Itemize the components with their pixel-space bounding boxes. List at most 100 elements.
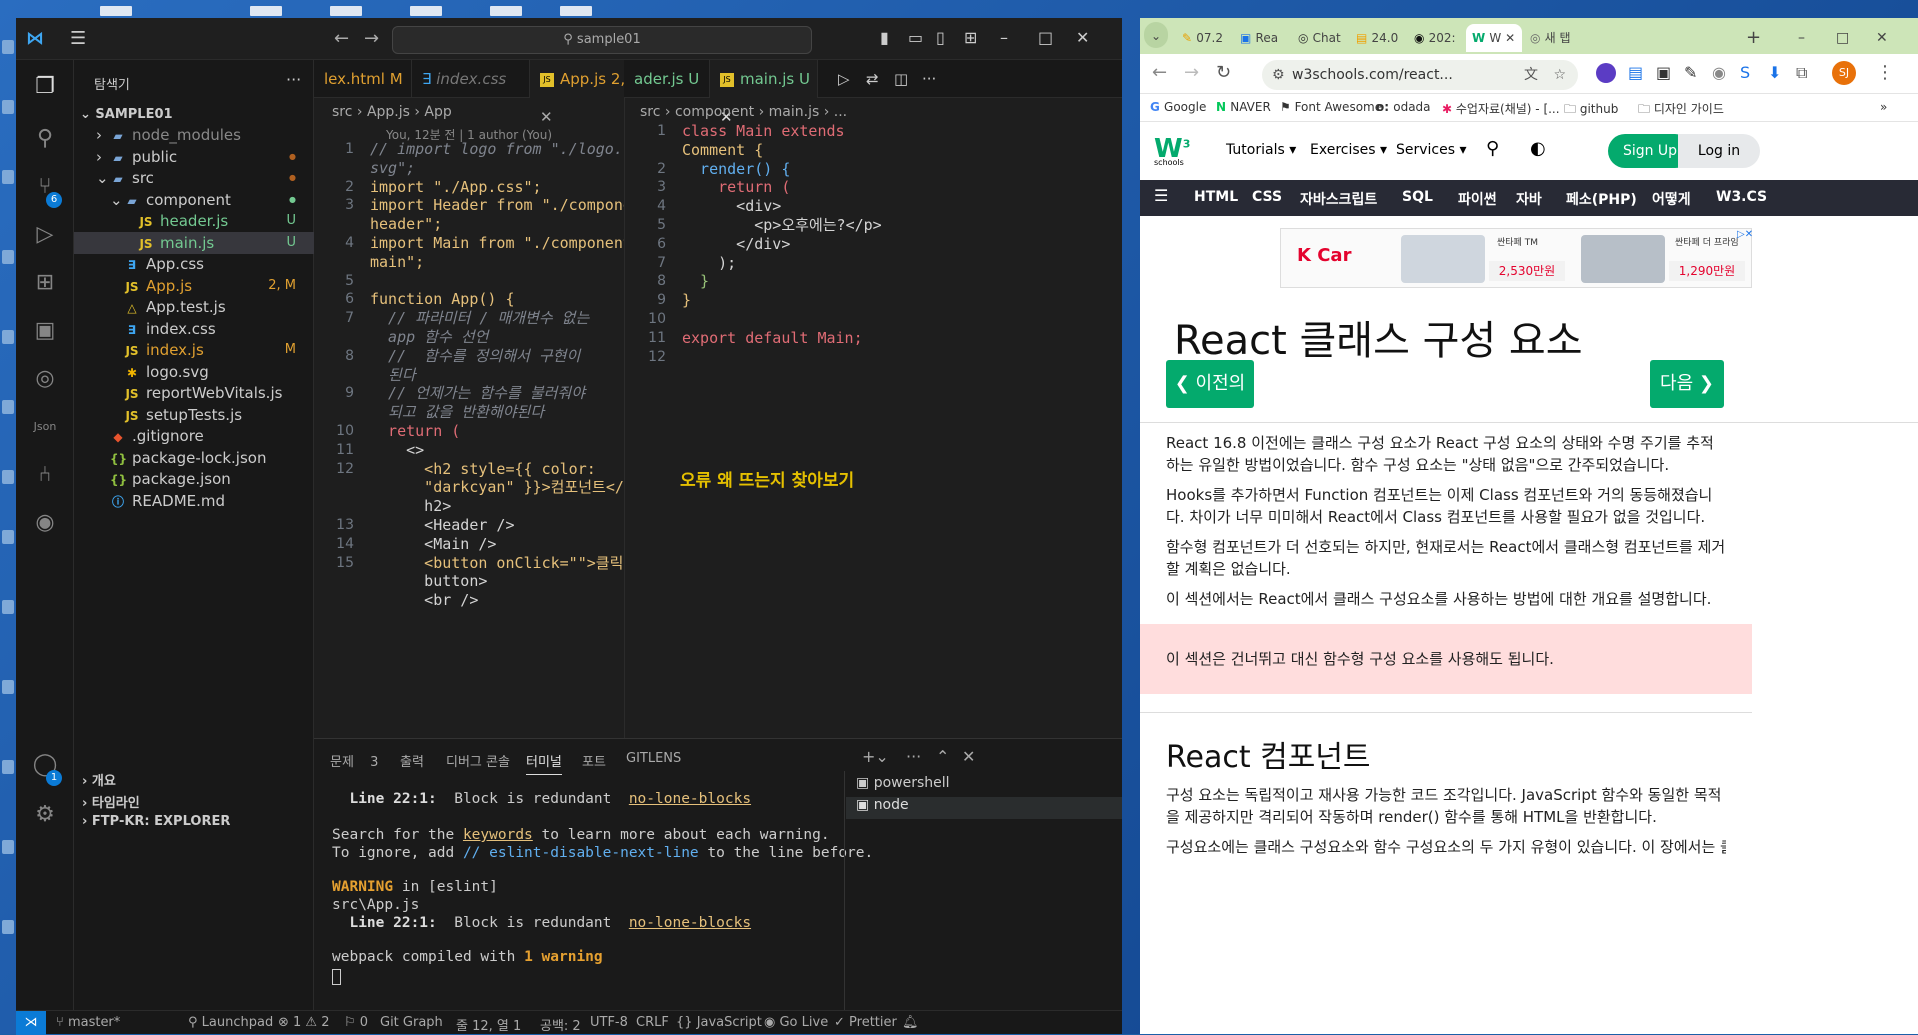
browser-tab[interactable]: ✎ 07.2: [1176, 24, 1232, 52]
tree-item[interactable]: ⌄ ▰ src ●: [74, 167, 314, 189]
notifications-bell-icon[interactable]: 🔔︎: [902, 1015, 919, 1030]
status-eol[interactable]: CRLF: [636, 1015, 669, 1030]
tree-item[interactable]: ∃ index.css: [74, 318, 314, 340]
terminal-item-node[interactable]: ▣ node: [846, 797, 1122, 819]
back-arrow-icon[interactable]: ←: [334, 28, 349, 49]
bookmark-naver[interactable]: N NAVER: [1216, 100, 1271, 114]
forward-arrow-icon[interactable]: →: [364, 28, 379, 49]
status-prettier[interactable]: ✓ Prettier: [834, 1015, 897, 1030]
status-indent[interactable]: 공백: 2: [540, 1015, 581, 1034]
maximize-panel-icon[interactable]: ⌃: [936, 747, 949, 766]
tree-item[interactable]: JS App.js 2, M: [74, 275, 314, 297]
extension-icon[interactable]: ◉: [1712, 63, 1726, 82]
translate-icon[interactable]: ⽂: [1524, 60, 1538, 90]
browser-tab[interactable]: W W ✕: [1466, 24, 1522, 52]
tree-item[interactable]: ✱ logo.svg: [74, 361, 314, 383]
status-cursor-position[interactable]: 줄 12, 열 1: [456, 1015, 521, 1034]
settings-gear-icon[interactable]: ⚙: [30, 800, 60, 830]
more-actions-icon[interactable]: ···: [286, 70, 301, 89]
browser-tab[interactable]: ▣ Rea: [1234, 24, 1290, 52]
search-icon[interactable]: ⚲: [1486, 138, 1499, 159]
tree-item[interactable]: ⓘ README.md: [74, 490, 314, 512]
section-ftp[interactable]: › FTP-KR: EXPLORER: [82, 814, 230, 829]
nav-item[interactable]: 자바스크립트: [1300, 189, 1377, 209]
extension-icon[interactable]: ⬇: [1768, 63, 1781, 82]
bookmark-odada[interactable]: o: odada: [1376, 100, 1431, 114]
panel-tab-terminal[interactable]: 터미널: [526, 751, 562, 775]
nav-menu-icon[interactable]: ☰: [1154, 186, 1168, 205]
bookmark-font-awesome[interactable]: ⚑ Font Awesome: [1280, 100, 1382, 114]
section-outline[interactable]: › 개요: [82, 770, 116, 789]
keywords-link[interactable]: keywords: [463, 827, 533, 843]
status-branch[interactable]: ⑂ master*: [56, 1015, 120, 1030]
new-tab-icon[interactable]: +: [1746, 24, 1766, 52]
reload-icon[interactable]: ↻: [1216, 62, 1231, 83]
remote-indicator-icon[interactable]: ⋊: [16, 1011, 46, 1035]
git-graph-icon[interactable]: ⑃: [30, 460, 60, 490]
extension-icon[interactable]: [1596, 63, 1616, 83]
close-panel-icon[interactable]: ✕: [962, 747, 975, 766]
more-bookmarks-icon[interactable]: »: [1880, 100, 1887, 114]
section-timeline[interactable]: › 타임라인: [82, 792, 140, 811]
json-icon[interactable]: Json: [30, 412, 60, 442]
nav-item[interactable]: 어떻게: [1652, 189, 1691, 209]
tab-index-css[interactable]: ∃ index.css: [412, 60, 530, 98]
extension-icon[interactable]: S: [1740, 63, 1750, 82]
nav-item[interactable]: 자바: [1516, 189, 1542, 209]
panel-tab-debug-console[interactable]: 디버그 콘솔: [446, 751, 510, 770]
address-bar[interactable]: ⚙ w3schools.com/react... ⽂ ☆: [1262, 60, 1578, 90]
browser-tab[interactable]: ▤ 24.0: [1350, 24, 1406, 52]
status-problems[interactable]: ⊗ 1 ⚠ 2: [278, 1015, 330, 1030]
nav-item[interactable]: 페소(PHP): [1566, 189, 1637, 209]
menu-services[interactable]: Services ▾: [1396, 142, 1467, 158]
extension-icon[interactable]: ▤: [1628, 63, 1643, 82]
bookmark-github[interactable]: 🗀︎ github: [1564, 100, 1618, 121]
rule-link[interactable]: no-lone-blocks: [629, 915, 751, 931]
search-icon[interactable]: ⚲: [30, 124, 60, 154]
chrome-menu-icon[interactable]: ⋮: [1876, 62, 1894, 83]
toggle-sidebar-icon[interactable]: ▮: [880, 28, 889, 47]
menu-exercises[interactable]: Exercises ▾: [1310, 142, 1387, 158]
tree-item[interactable]: JS setupTests.js: [74, 404, 314, 426]
explorer-icon[interactable]: ❐: [30, 72, 60, 102]
extensions-puzzle-icon[interactable]: ⧉: [1796, 63, 1807, 83]
bookmark-design-guide[interactable]: 🗀︎ 디자인 가이드: [1638, 100, 1724, 121]
browser-tab[interactable]: ◎ 새 탭: [1524, 24, 1580, 52]
log-in-button[interactable]: Log in: [1678, 134, 1760, 168]
nav-item[interactable]: 파이썬: [1458, 189, 1497, 209]
hamburger-menu-icon[interactable]: ☰: [70, 28, 94, 49]
minimize-icon[interactable]: –: [1000, 28, 1008, 47]
status-git-graph[interactable]: Git Graph: [380, 1015, 443, 1030]
bookmark-star-icon[interactable]: ☆: [1553, 60, 1566, 90]
profile-avatar[interactable]: SJ: [1832, 61, 1856, 85]
tab-search-icon[interactable]: ⌄: [1144, 22, 1168, 48]
browser-tab[interactable]: ◎ Chat: [1292, 24, 1348, 52]
status-go-live[interactable]: ◉ Go Live: [764, 1015, 828, 1030]
right-editor[interactable]: 1 class Main extends Comment {2 render() {…: [626, 122, 1122, 522]
status-language[interactable]: {} JavaScript: [676, 1015, 762, 1030]
layout-icon[interactable]: ⊞: [964, 28, 977, 47]
tab-index-html[interactable]: lex.html M: [314, 60, 412, 98]
command-center-search[interactable]: ⚲ sample01: [392, 26, 812, 54]
new-terminal-icon[interactable]: +⌄: [862, 747, 889, 766]
dark-mode-icon[interactable]: ◐: [1530, 138, 1546, 159]
nav-item[interactable]: CSS: [1252, 189, 1282, 205]
site-info-icon[interactable]: ⚙: [1272, 60, 1285, 90]
tree-item[interactable]: △ App.test.js: [74, 296, 314, 318]
status-encoding[interactable]: UTF-8: [590, 1015, 628, 1030]
rule-link[interactable]: no-lone-blocks: [629, 791, 751, 807]
editor-more-icon[interactable]: ···: [918, 60, 948, 98]
tree-item[interactable]: JS main.js U: [74, 231, 314, 254]
close-icon[interactable]: ✕: [1076, 28, 1089, 47]
menu-tutorials[interactable]: Tutorials ▾: [1226, 142, 1296, 158]
bookmark-class[interactable]: ✱ 수업자료(채널) - [...: [1442, 100, 1560, 117]
forward-arrow-icon[interactable]: →: [1184, 62, 1199, 83]
breadcrumb-left[interactable]: src › App.js › App: [332, 104, 452, 120]
nav-item[interactable]: W3.CS: [1716, 189, 1767, 205]
tree-item[interactable]: ◆ .gitignore: [74, 425, 314, 447]
previous-button[interactable]: ❮ 이전의: [1166, 360, 1254, 408]
back-arrow-icon[interactable]: ←: [1152, 62, 1167, 83]
tree-item[interactable]: JS header.js U: [74, 210, 314, 232]
tree-item[interactable]: JS reportWebVitals.js: [74, 382, 314, 404]
breadcrumb-right[interactable]: src › component › main.js › ...: [640, 104, 847, 120]
